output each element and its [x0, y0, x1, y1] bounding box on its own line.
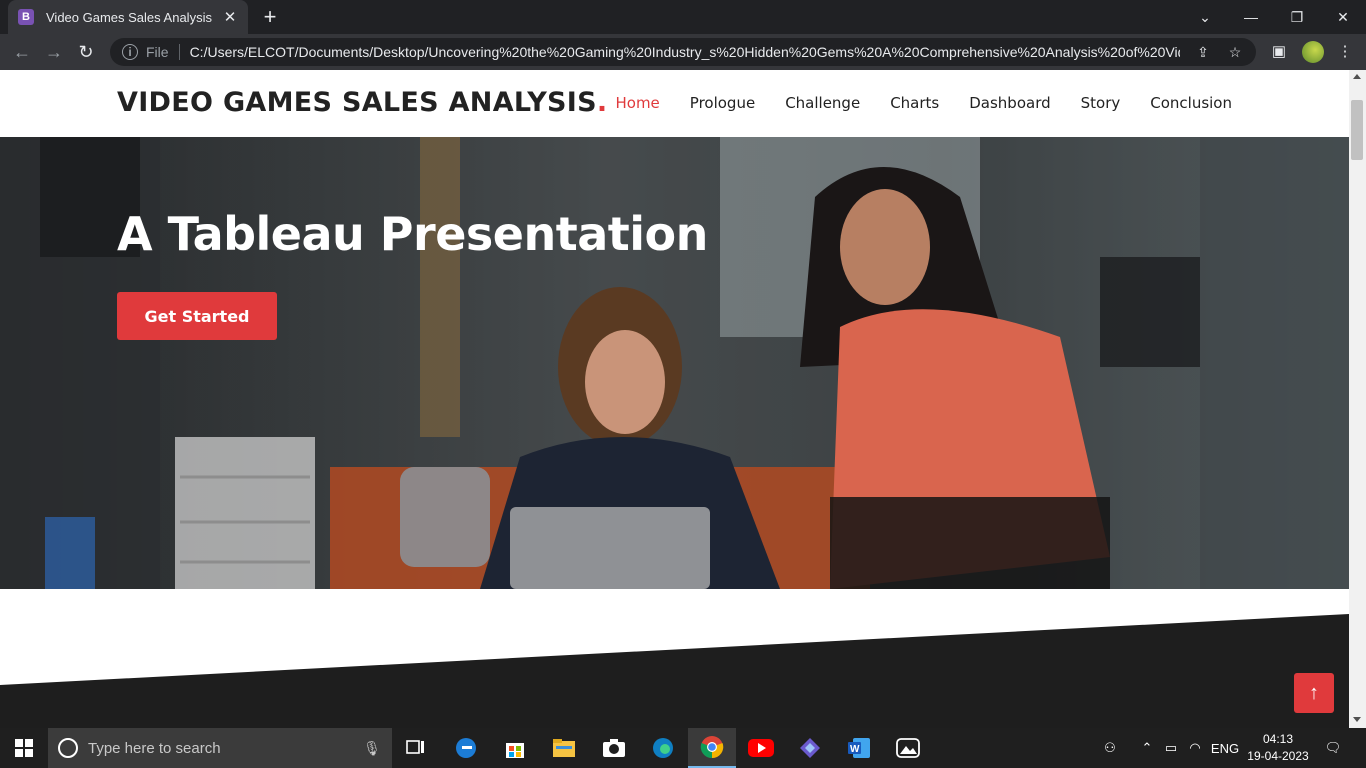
scroll-down-arrow-icon[interactable]: [1353, 717, 1361, 722]
task-view-icon[interactable]: [392, 728, 440, 768]
side-panel-icon[interactable]: ▣: [1268, 42, 1290, 60]
address-bar[interactable]: i File C:/Users/ELCOT/Documents/Desktop/…: [110, 38, 1256, 66]
close-window-icon[interactable]: ✕: [1320, 0, 1366, 34]
get-started-button[interactable]: Get Started: [117, 292, 277, 340]
windows-logo-icon: [15, 739, 33, 757]
microphone-icon[interactable]: 🎙: [352, 740, 392, 757]
page-viewport: VIDEO GAMES SALES ANALYSIS. Home Prologu…: [0, 70, 1349, 728]
scroll-thumb[interactable]: [1351, 100, 1363, 160]
close-tab-icon[interactable]: ✕: [222, 8, 238, 26]
windows-taskbar: Type here to search 🎙 W ⚇ ⌃ ▭ ◠ ENG 04:1…: [0, 728, 1366, 768]
youtube-icon[interactable]: [737, 728, 785, 768]
share-icon[interactable]: ⇪: [1194, 44, 1212, 61]
edge-legacy-icon[interactable]: [442, 728, 490, 768]
file-explorer-icon[interactable]: [540, 728, 588, 768]
reload-icon[interactable]: ↻: [74, 40, 98, 64]
main-nav: Home Prologue Challenge Charts Dashboard…: [615, 94, 1232, 112]
taskbar-search-input[interactable]: Type here to search: [88, 740, 352, 757]
url-text[interactable]: C:/Users/ELCOT/Documents/Desktop/Uncover…: [190, 44, 1180, 60]
camera-icon[interactable]: [590, 728, 638, 768]
bootstrap-favicon-icon: B: [18, 9, 34, 25]
cortana-icon: [58, 738, 78, 758]
hero-title: A Tableau Presentation: [117, 207, 708, 261]
clock-date: 19-04-2023: [1247, 749, 1309, 763]
microsoft-word-icon[interactable]: W: [835, 728, 883, 768]
language-indicator[interactable]: ENG: [1208, 728, 1242, 768]
microsoft-store-icon[interactable]: [491, 728, 539, 768]
page-scrollbar[interactable]: [1349, 70, 1366, 728]
info-icon[interactable]: i: [122, 44, 138, 60]
profile-avatar[interactable]: [1302, 41, 1324, 63]
nav-story[interactable]: Story: [1081, 94, 1121, 112]
notifications-icon[interactable]: 🗨: [1318, 728, 1348, 768]
site-header: VIDEO GAMES SALES ANALYSIS. Home Prologu…: [0, 70, 1349, 137]
site-logo[interactable]: VIDEO GAMES SALES ANALYSIS.: [117, 87, 607, 118]
file-label: File: [146, 44, 169, 60]
back-to-top-button[interactable]: ↑: [1294, 673, 1334, 713]
forward-arrow-icon[interactable]: →: [42, 40, 66, 64]
slanted-section-divider: [0, 589, 1349, 728]
power-automate-icon[interactable]: [786, 728, 834, 768]
menu-kebab-icon[interactable]: ⋮: [1334, 42, 1356, 60]
windows-start-button[interactable]: [0, 728, 48, 768]
battery-icon[interactable]: ▭: [1160, 728, 1182, 768]
svg-text:W: W: [850, 744, 860, 755]
edge-icon[interactable]: [639, 728, 687, 768]
photos-icon[interactable]: [884, 728, 932, 768]
tab-title: Video Games Sales Analysis: [46, 9, 212, 25]
nav-charts[interactable]: Charts: [890, 94, 939, 112]
show-hidden-icons-chevron-icon[interactable]: ⌃: [1136, 728, 1158, 768]
tab-search-chevron-icon[interactable]: ⌄: [1182, 0, 1228, 34]
chrome-icon[interactable]: [688, 728, 736, 768]
nav-dashboard[interactable]: Dashboard: [969, 94, 1050, 112]
hero-background-image: [0, 137, 1349, 589]
browser-toolbar: ← → ↻ i File C:/Users/ELCOT/Documents/De…: [0, 34, 1366, 70]
bookmark-star-icon[interactable]: ☆: [1226, 44, 1244, 61]
nav-challenge[interactable]: Challenge: [785, 94, 860, 112]
nav-prologue[interactable]: Prologue: [690, 94, 755, 112]
taskbar-clock[interactable]: 04:13 19-04-2023: [1246, 731, 1310, 765]
back-arrow-icon[interactable]: ←: [10, 40, 34, 64]
browser-tab[interactable]: B Video Games Sales Analysis ✕: [8, 0, 248, 34]
nav-home[interactable]: Home: [615, 94, 659, 112]
hero-section: A Tableau Presentation Get Started: [0, 137, 1349, 589]
restore-icon[interactable]: ❐: [1274, 0, 1320, 34]
clock-time: 04:13: [1262, 732, 1294, 746]
address-divider: [178, 44, 180, 60]
minimize-icon[interactable]: —: [1228, 0, 1274, 34]
wifi-icon[interactable]: ◠: [1184, 728, 1206, 768]
nav-conclusion[interactable]: Conclusion: [1150, 94, 1232, 112]
people-icon[interactable]: ⚇: [1096, 728, 1124, 768]
logo-text: VIDEO GAMES SALES ANALYSIS: [117, 87, 597, 118]
scroll-up-arrow-icon[interactable]: [1353, 74, 1361, 79]
taskbar-search-box[interactable]: Type here to search 🎙: [48, 728, 392, 768]
browser-tab-bar: B Video Games Sales Analysis ✕ + ⌄ — ❐ ✕: [0, 0, 1366, 34]
new-tab-button[interactable]: +: [258, 4, 282, 30]
logo-dot: .: [596, 87, 608, 118]
